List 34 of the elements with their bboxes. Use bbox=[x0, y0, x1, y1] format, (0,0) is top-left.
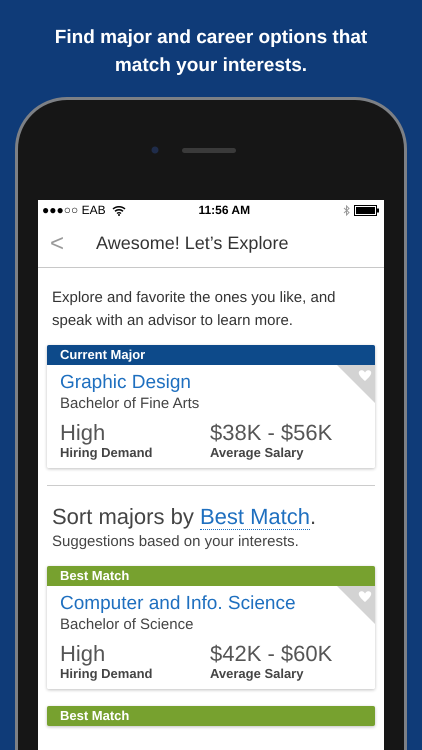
sort-link[interactable]: Best Match bbox=[200, 504, 310, 530]
card-label: Current Major bbox=[60, 347, 146, 362]
camera-icon bbox=[151, 146, 159, 154]
degree-text: Bachelor of Fine Arts bbox=[60, 395, 200, 413]
suggestion-note: Suggestions based on your interests. bbox=[52, 532, 300, 552]
card-label: Best Match bbox=[60, 568, 130, 583]
salary-value: $38K - $56K bbox=[210, 421, 334, 445]
favorite-heart-badge[interactable] bbox=[337, 586, 375, 624]
card-label: Best Match bbox=[60, 708, 130, 723]
salary-label: Average Salary bbox=[210, 666, 304, 681]
back-button[interactable]: < bbox=[38, 230, 74, 258]
major-card[interactable]: Computer and Info. Science Bachelor of Science High Hiring Demand $42K - $60K Average Salary bbox=[47, 586, 375, 689]
battery-icon bbox=[354, 204, 380, 216]
period-text: . bbox=[310, 504, 316, 529]
intro-text: Explore and favorite the ones you like, and speak with an advisor to learn more. bbox=[51, 288, 337, 331]
headline: Find major and career options that match your interests. bbox=[54, 26, 368, 78]
bluetooth-icon bbox=[343, 204, 350, 216]
demand-value: High bbox=[60, 421, 106, 445]
sort-text: Sort majors by bbox=[52, 504, 195, 529]
demand-label: Hiring Demand bbox=[60, 445, 154, 460]
wifi-icon bbox=[112, 204, 126, 216]
major-card[interactable]: Graphic Design Bachelor of Fine Arts High Hiring Demand $38K - $56K Average Salary bbox=[47, 365, 375, 468]
carrier-text: ●●●○○ EAB bbox=[42, 203, 106, 217]
speaker-grille bbox=[182, 148, 236, 153]
status-time: 11:56 AM bbox=[198, 203, 252, 217]
favorite-heart-badge[interactable] bbox=[337, 365, 375, 403]
demand-label: Hiring Demand bbox=[60, 666, 154, 681]
salary-label: Average Salary bbox=[210, 445, 304, 460]
screen-title: Awesome! Let’s Explore bbox=[96, 233, 288, 254]
salary-value: $42K - $60K bbox=[210, 642, 334, 666]
demand-value: High bbox=[60, 642, 106, 666]
degree-text: Bachelor of Science bbox=[60, 616, 194, 634]
major-name[interactable]: Graphic Design bbox=[60, 371, 191, 395]
major-name[interactable]: Computer and Info. Science bbox=[60, 592, 296, 616]
